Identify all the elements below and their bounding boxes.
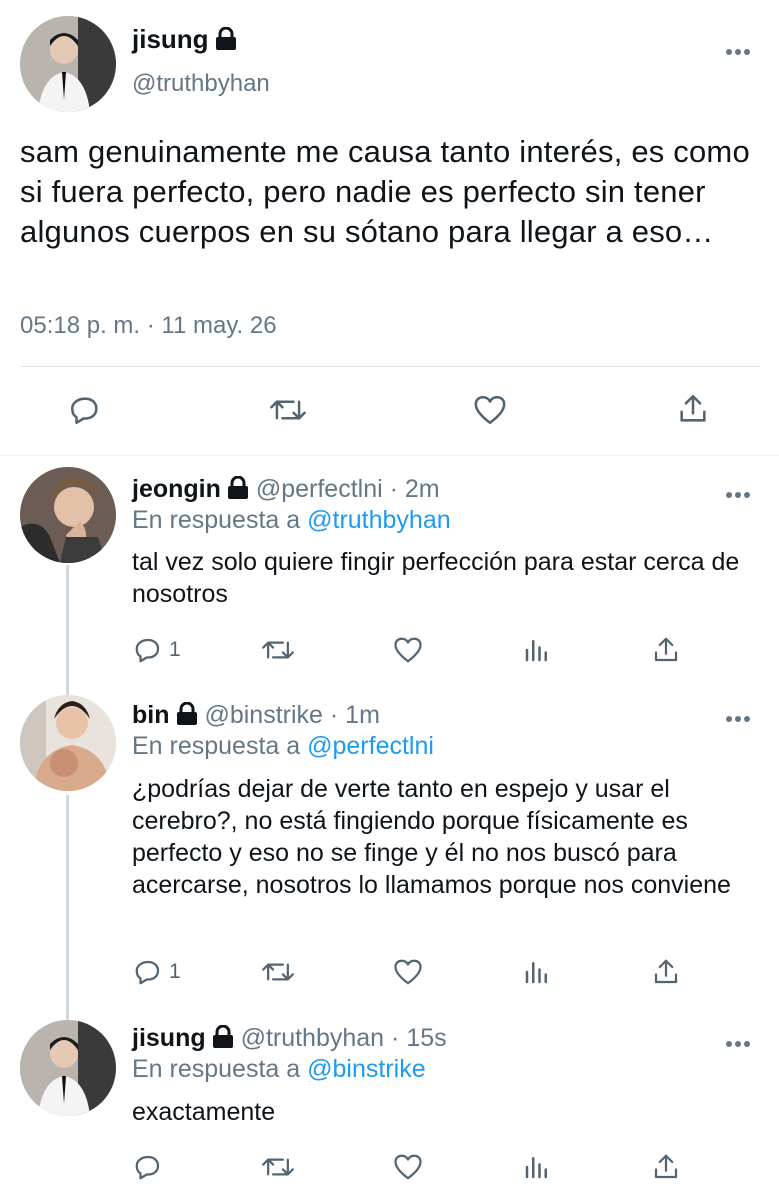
share-button[interactable] — [651, 634, 681, 666]
like-button[interactable] — [392, 1152, 424, 1182]
replying-to-handle[interactable]: @truthbyhan — [307, 506, 451, 534]
replying-to-handle[interactable]: @perfectlni — [307, 732, 434, 760]
tweet-text: sam genuinamente me causa tanto interés,… — [20, 134, 750, 249]
more-options-icon[interactable] — [726, 42, 756, 55]
more-options-icon[interactable] — [726, 1034, 756, 1047]
reply-tweet: bin @binstrike · 1m En respuesta a @perf… — [0, 685, 779, 1010]
reply-icon — [135, 960, 160, 985]
retweet-icon — [262, 1158, 294, 1176]
reply-time[interactable]: · 1m — [330, 701, 380, 729]
main-tweet: jisung @truthbyhan sam genuinamente me c… — [0, 0, 779, 455]
share-icon — [654, 959, 678, 984]
reply-count: 1 — [169, 960, 181, 983]
like-button[interactable] — [472, 393, 508, 427]
analytics-icon — [525, 640, 547, 662]
like-icon — [394, 959, 422, 985]
tweet-text: ¿podrías dejar de verte tanto en espejo … — [132, 775, 731, 899]
more-options-icon[interactable] — [726, 485, 756, 498]
share-button[interactable] — [651, 1151, 681, 1183]
retweet-button[interactable] — [270, 393, 306, 427]
tweet-timestamp[interactable]: 05:18 p. m. · 11 may. 26 — [20, 312, 277, 340]
analytics-button[interactable] — [522, 635, 552, 665]
share-icon — [654, 1154, 678, 1179]
like-icon — [394, 1154, 422, 1180]
avatar[interactable] — [20, 16, 116, 112]
reply-button[interactable] — [68, 393, 102, 427]
replying-to-label: En respuesta a — [132, 732, 301, 760]
replying-to: En respuesta a @truthbyhan — [132, 506, 451, 535]
replying-to: En respuesta a @binstrike — [132, 1055, 426, 1084]
lock-icon — [176, 702, 197, 725]
retweet-button[interactable] — [262, 635, 294, 665]
reply-time[interactable]: · 2m — [390, 475, 440, 503]
share-icon — [680, 394, 706, 422]
lock-icon — [212, 1025, 233, 1048]
reply-header: jeongin @perfectlni · 2m — [132, 475, 440, 504]
replying-to-handle[interactable]: @binstrike — [307, 1055, 425, 1083]
reply-tweet: jeongin @perfectlni · 2m En respuesta a … — [0, 455, 779, 685]
avatar[interactable] — [20, 467, 116, 563]
like-icon — [394, 637, 422, 663]
like-button[interactable] — [392, 635, 424, 665]
lock-icon — [227, 476, 248, 499]
avatar[interactable] — [20, 695, 116, 791]
author-handle[interactable]: @truthbyhan — [132, 70, 270, 98]
divider — [20, 366, 760, 367]
more-options-icon[interactable] — [726, 709, 756, 722]
reply-button[interactable] — [133, 1152, 169, 1182]
retweet-icon — [262, 641, 294, 659]
author-name[interactable]: jeongin — [132, 475, 221, 503]
like-button[interactable] — [392, 957, 424, 987]
retweet-button[interactable] — [262, 1152, 294, 1182]
analytics-icon — [525, 962, 547, 984]
avatar[interactable] — [20, 1020, 116, 1116]
like-icon — [474, 395, 506, 425]
reply-time[interactable]: · 15s — [391, 1024, 447, 1052]
author-handle[interactable]: @binstrike — [204, 701, 322, 729]
author-handle[interactable]: @perfectlni — [256, 475, 383, 503]
reply-button[interactable]: 1 — [133, 635, 181, 665]
tweet-text: exactamente — [132, 1098, 276, 1126]
reply-button[interactable]: 1 — [133, 957, 181, 987]
reply-count: 1 — [169, 638, 181, 661]
author-name[interactable]: jisung — [132, 1024, 206, 1052]
retweet-icon — [262, 963, 294, 981]
author-name[interactable]: bin — [132, 701, 170, 729]
author-handle[interactable]: @truthbyhan — [241, 1024, 385, 1052]
reply-header: bin @binstrike · 1m — [132, 701, 380, 730]
reply-icon — [135, 1155, 160, 1180]
share-icon — [654, 637, 678, 662]
analytics-icon — [525, 1157, 547, 1179]
author-name-text: jisung — [132, 24, 209, 54]
reply-icon — [70, 397, 98, 425]
replying-to: En respuesta a @perfectlni — [132, 732, 434, 761]
lock-icon — [215, 27, 236, 50]
reply-icon — [135, 638, 160, 663]
share-button[interactable] — [651, 956, 681, 988]
retweet-button[interactable] — [262, 957, 294, 987]
author-name[interactable]: jisung — [132, 24, 237, 55]
analytics-button[interactable] — [522, 957, 552, 987]
reply-tweet: jisung @truthbyhan · 15s En respuesta a … — [0, 1010, 779, 1200]
analytics-button[interactable] — [522, 1152, 552, 1182]
retweet-icon — [270, 400, 306, 420]
replying-to-label: En respuesta a — [132, 1055, 301, 1083]
tweet-text: tal vez solo quiere fingir perfección pa… — [132, 548, 740, 608]
reply-header: jisung @truthbyhan · 15s — [132, 1024, 447, 1053]
replying-to-label: En respuesta a — [132, 506, 301, 534]
share-button[interactable] — [676, 391, 710, 427]
